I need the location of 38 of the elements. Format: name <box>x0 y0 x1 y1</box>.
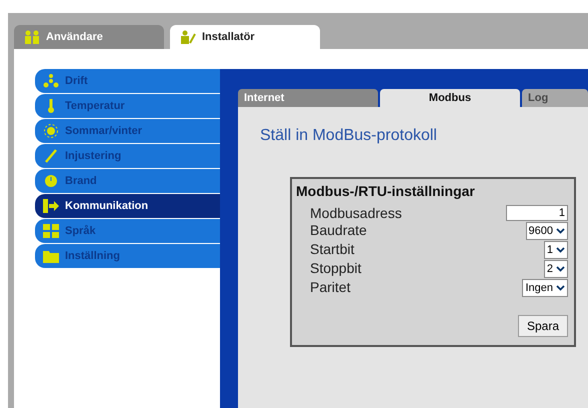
chevron-down-icon <box>556 266 565 272</box>
field-label: Modbusadress <box>310 205 403 221</box>
dropdown[interactable]: Ingen <box>522 279 568 297</box>
user-tab[interactable]: Installatör <box>170 25 320 49</box>
chevron-down-icon <box>556 285 565 291</box>
fan-icon <box>43 74 59 88</box>
clock-icon <box>43 174 59 188</box>
field-label: Baudrate <box>310 222 368 240</box>
dropdown[interactable]: 2 <box>544 260 568 278</box>
address-field[interactable]: 1 <box>506 205 568 221</box>
sidebar-item[interactable]: Språk <box>35 219 220 243</box>
sub-tab[interactable]: Modbus <box>380 89 520 107</box>
sub-tab[interactable]: Internet <box>238 89 378 107</box>
user-tab[interactable]: Användare <box>14 25 164 49</box>
sidebar-item[interactable]: Drift <box>35 69 220 93</box>
field-label: Startbit <box>310 241 356 259</box>
grid-icon <box>43 224 59 238</box>
sidebar-item[interactable]: Sommar/vinter <box>35 119 220 143</box>
field-label: Stoppbit <box>310 260 362 278</box>
people-icon <box>24 30 40 44</box>
field-label: Paritet <box>310 279 352 297</box>
sidebar-item[interactable]: Brand <box>35 169 220 193</box>
dropdown[interactable]: 1 <box>544 241 568 259</box>
folder-icon <box>43 249 59 263</box>
sidebar-item[interactable]: Inställning <box>35 244 220 268</box>
panel-title: Modbus-/RTU-inställningar <box>296 183 476 199</box>
dropdown[interactable]: 9600 <box>526 222 568 240</box>
brush-icon <box>43 149 59 163</box>
page-heading: Ställ in ModBus-protokoll <box>260 127 438 145</box>
person-with-tool-icon <box>180 30 196 44</box>
sidebar-item[interactable]: Temperatur <box>35 94 220 118</box>
sun-icon <box>43 124 59 138</box>
arrow-icon <box>43 199 59 213</box>
chevron-down-icon <box>556 247 565 253</box>
sidebar-item[interactable]: Injustering <box>35 144 220 168</box>
sidebar-item[interactable]: Kommunikation <box>35 194 220 218</box>
save-button[interactable]: Spara <box>518 315 568 337</box>
chevron-down-icon <box>556 228 565 234</box>
